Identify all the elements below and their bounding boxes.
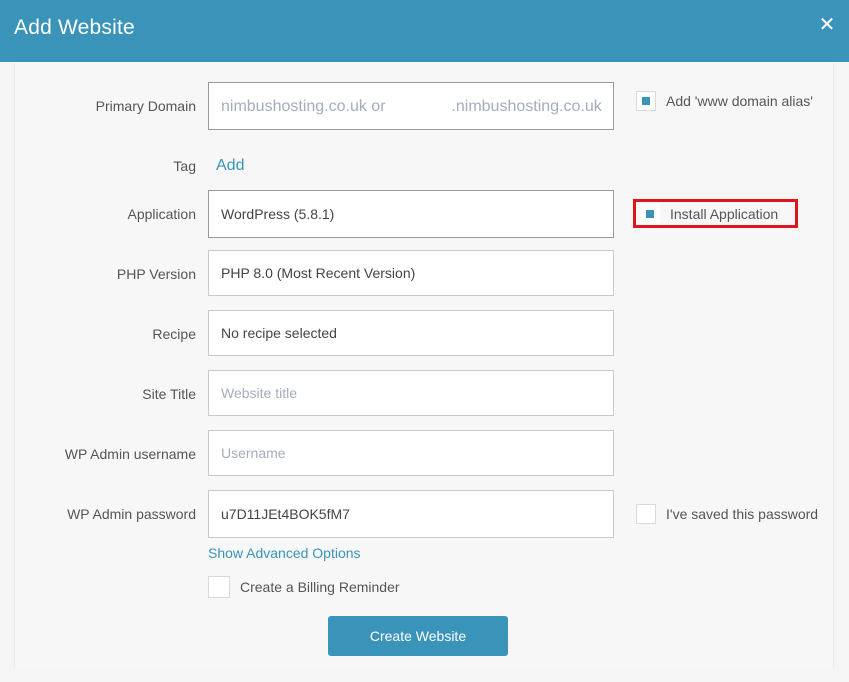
site-title-input[interactable] (221, 371, 601, 415)
billing-reminder-row[interactable]: Create a Billing Reminder (208, 576, 400, 598)
modal-header: Add Website ✕ (0, 0, 849, 62)
primary-domain-placeholder-suffix: .nimbushosting.co.uk (451, 98, 602, 115)
add-tag-link[interactable]: Add (216, 157, 244, 175)
add-website-modal: Add Website ✕ Primary Domain nimbushosti… (0, 0, 849, 682)
billing-reminder-checkbox[interactable] (208, 576, 230, 598)
redacted-subdomain (389, 98, 452, 117)
recipe-label: Recipe (152, 326, 196, 342)
www-alias-checkbox-row[interactable]: Add 'www domain alias' (636, 91, 813, 111)
www-alias-checkbox[interactable] (636, 91, 656, 111)
tag-label: Tag (173, 158, 196, 174)
billing-reminder-label: Create a Billing Reminder (240, 579, 400, 595)
form-panel (14, 62, 834, 668)
www-alias-label: Add 'www domain alias' (666, 93, 813, 109)
primary-domain-input[interactable]: nimbushosting.co.uk or .nimbushosting.co… (208, 82, 614, 130)
primary-domain-label: Primary Domain (95, 98, 196, 114)
wp-admin-username-label: WP Admin username (64, 446, 196, 462)
modal-title: Add Website (14, 16, 135, 39)
saved-password-label: I've saved this password (666, 506, 819, 522)
create-website-button[interactable]: Create Website (328, 616, 508, 656)
recipe-select[interactable]: No recipe selected (208, 310, 614, 356)
site-title-field[interactable] (208, 370, 614, 416)
php-version-label: PHP Version (116, 266, 196, 282)
saved-password-row[interactable]: I've saved this password (636, 504, 818, 524)
saved-password-checkbox[interactable] (636, 504, 656, 524)
wp-admin-username-input[interactable] (221, 431, 601, 475)
wp-admin-password-label: WP Admin password (67, 506, 196, 522)
close-icon[interactable]: ✕ (817, 14, 837, 36)
primary-domain-placeholder-prefix: nimbushosting.co.uk or (221, 98, 386, 115)
show-advanced-options-link[interactable]: Show Advanced Options (208, 545, 361, 561)
application-label: Application (127, 206, 197, 222)
php-version-select[interactable]: PHP 8.0 (Most Recent Version) (208, 250, 614, 296)
wp-admin-password-input[interactable]: u7D11JEt4BOK5fM7 (208, 490, 614, 538)
install-application-highlight (633, 199, 798, 228)
wp-admin-username-field[interactable] (208, 430, 614, 476)
application-select[interactable]: WordPress (5.8.1) (208, 190, 614, 238)
site-title-label: Site Title (142, 386, 196, 402)
